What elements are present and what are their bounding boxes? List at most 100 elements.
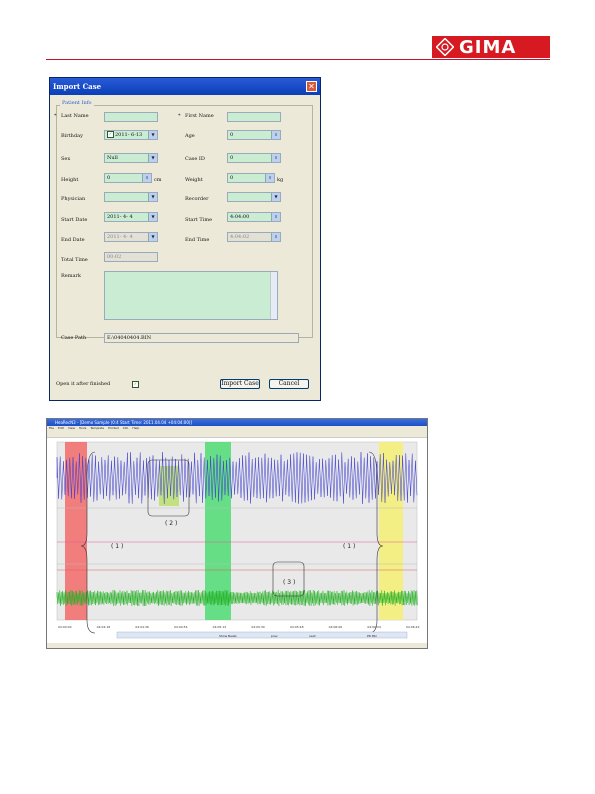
menu-item-edit[interactable]: Edit [58, 426, 64, 431]
start-time-value: 4:04:00 [230, 214, 250, 220]
age-label: Age [185, 133, 195, 139]
spin-icon[interactable]: ⇕ [271, 154, 280, 162]
start-date-picker[interactable]: 2011- 4- 4 ▼ [104, 212, 158, 222]
end-date-label: End Date [61, 237, 85, 243]
open-after-checkbox[interactable]: ✓ [132, 381, 139, 388]
end-date-value: 2011- 4- 4 [107, 234, 133, 240]
start-time-stepper[interactable]: 4:04:00 ⇕ [227, 212, 281, 222]
time-tick-label: 04:05:12 [213, 625, 227, 629]
patient-info-legend: Patient Info [60, 100, 94, 106]
pr-min-select[interactable]: PR Min [367, 634, 377, 638]
last-name-label: Last Name [61, 113, 89, 119]
gima-logo: GIMA [432, 36, 550, 58]
end-date-picker: 2011- 4- 4 ▼ [104, 232, 158, 242]
age-value: 0 [230, 132, 234, 138]
time-tick-label: 04:05:30 [251, 625, 265, 629]
case-id-value: 0 [230, 155, 234, 161]
time-tick-label: 04:06:06 [329, 625, 343, 629]
start-date-value: 2011- 4- 4 [107, 214, 133, 220]
ecg-strip-canvas[interactable]: ( 1 ) ( 2 ) ( 1 ) ( 3 ) 04:04:00 04:04:18… [47, 438, 427, 644]
gima-emblem-icon [435, 37, 455, 57]
menu-item-file[interactable]: File [49, 426, 54, 431]
last-name-input[interactable] [104, 112, 158, 122]
total-time-label: Total Time [61, 257, 88, 263]
weight-label: Weight [185, 177, 203, 183]
birthday-label: Birthday [61, 133, 83, 139]
time-tick-label: 04:06:42 [406, 625, 420, 629]
prev-button[interactable]: prev [271, 634, 278, 638]
weight-stepper[interactable]: 0 ⇕ [227, 173, 275, 183]
physician-label: Physician [61, 196, 86, 202]
birthday-picker[interactable]: ✓ 2011- 6-13 ▼ [104, 130, 158, 140]
recorder-label: Recorder [185, 196, 209, 202]
first-name-input[interactable] [227, 112, 281, 122]
yellow-event-band[interactable] [379, 442, 403, 620]
spin-icon[interactable]: ⇕ [271, 131, 280, 139]
end-time-value: 4:04:02 [230, 234, 250, 240]
chevron-down-icon[interactable]: ▼ [148, 213, 157, 221]
remark-scrollbar[interactable] [270, 272, 277, 319]
case-id-label: Case ID [185, 156, 205, 162]
import-case-dialog: Import Case ✕ Patient Info * Last Name *… [49, 77, 321, 401]
callout-2-label: ( 2 ) [165, 520, 177, 527]
case-path-field: E:\04040404.BIN [104, 333, 299, 343]
spin-icon: ⇕ [271, 233, 280, 241]
time-tick-label: 04:04:00 [58, 625, 72, 629]
dialog-title: Import Case [53, 82, 102, 91]
height-stepper[interactable]: 0 ⇕ [104, 173, 152, 183]
remark-textarea[interactable] [104, 271, 278, 320]
bottom-control-bar [116, 631, 408, 639]
cancel-button[interactable]: Cancel [269, 379, 309, 389]
chevron-down-icon[interactable]: ▼ [148, 154, 157, 162]
sex-select[interactable]: Null ▼ [104, 153, 158, 163]
menu-item-template[interactable]: Template [90, 426, 104, 431]
viewer-statusbar [47, 643, 427, 648]
dialog-titlebar: Import Case ✕ [50, 78, 320, 95]
chevron-down-icon[interactable]: ▼ [148, 193, 157, 201]
callout-1-right-label: ( 1 ) [343, 543, 355, 550]
menu-item-view[interactable]: View [68, 426, 75, 431]
time-tick-label: 04:04:18 [97, 625, 111, 629]
show-beats-control[interactable]: Show Beats [219, 634, 237, 638]
spin-icon[interactable]: ⇕ [271, 213, 280, 221]
chevron-down-icon[interactable]: ▼ [148, 131, 157, 139]
total-time-field: 00:02 [104, 252, 158, 262]
physician-select[interactable]: ▼ [104, 192, 158, 202]
brand-name: GIMA [459, 36, 517, 58]
sex-label: Sex [61, 156, 71, 162]
birthday-checkbox[interactable]: ✓ [107, 131, 114, 138]
chevron-down-icon[interactable]: ▼ [271, 193, 280, 201]
birthday-value: 2011- 6-13 [115, 132, 143, 138]
menu-item-tools[interactable]: Tools [79, 426, 86, 431]
holter-viewer-window: HeaRecN3 - [Demo Sample (0:4 Start Time:… [46, 418, 428, 649]
start-date-label: Start Date [61, 217, 88, 223]
open-after-label: Open it after finished [56, 381, 111, 387]
menu-item-help[interactable]: Help [132, 426, 139, 431]
sex-value: Null [107, 155, 118, 161]
import-case-button[interactable]: Import Case [220, 379, 260, 389]
close-icon[interactable]: ✕ [306, 81, 317, 92]
spin-icon[interactable]: ⇕ [265, 174, 274, 182]
last-name-required-mark: * [54, 113, 57, 119]
spin-icon[interactable]: ⇕ [142, 174, 151, 182]
case-id-stepper[interactable]: 0 ⇕ [227, 153, 281, 163]
height-label: Height [61, 177, 79, 183]
case-path-label: Case Path [61, 335, 87, 341]
menu-item-printed[interactable]: Printed [108, 426, 119, 431]
next-button[interactable]: next [309, 634, 316, 638]
recorder-select[interactable]: ▼ [227, 192, 281, 202]
header-rule [46, 59, 550, 60]
remark-label: Remark [61, 273, 81, 279]
viewer-title: HeaRecN3 - [Demo Sample (0:4 Start Time:… [47, 419, 427, 426]
total-time-value: 00:02 [107, 254, 122, 260]
height-unit: cm [154, 177, 162, 183]
first-name-required-mark: * [178, 113, 181, 119]
case-path-value: E:\04040404.BIN [107, 335, 152, 341]
callout-3-label: ( 3 ) [283, 579, 295, 586]
time-tick-label: 04:04:36 [135, 625, 149, 629]
chevron-down-icon: ▼ [148, 233, 157, 241]
first-name-label: First Name [185, 113, 214, 119]
menu-item-info[interactable]: Info [123, 426, 129, 431]
age-stepper[interactable]: 0 ⇕ [227, 130, 281, 140]
time-tick-label: 04:06:24 [367, 625, 381, 629]
